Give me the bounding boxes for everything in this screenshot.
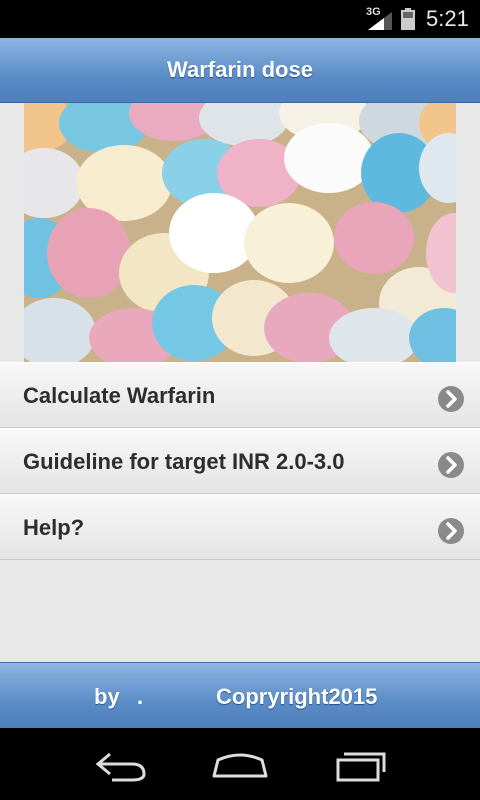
battery-icon [401, 8, 415, 30]
footer-author: . [137, 684, 144, 709]
menu-item-help[interactable]: Help? [0, 494, 480, 560]
main-menu: Calculate Warfarin Guideline for target … [0, 362, 480, 560]
menu-item-label: Calculate Warfarin [23, 383, 216, 408]
pills-banner-image [24, 103, 456, 362]
page-title: Warfarin dose [167, 57, 313, 82]
menu-item-guideline[interactable]: Guideline for target INR 2.0-3.0 [0, 428, 480, 494]
recent-apps-icon[interactable] [330, 746, 390, 782]
menu-item-label: Guideline for target INR 2.0-3.0 [23, 449, 345, 474]
clock: 5:21 [426, 6, 469, 31]
footer-by: by [94, 684, 120, 709]
pills-photo [24, 103, 456, 362]
home-icon[interactable] [210, 746, 270, 782]
chevron-right-icon [438, 452, 464, 478]
system-nav-bar [0, 728, 480, 800]
menu-item-calculate-warfarin[interactable]: Calculate Warfarin [0, 362, 480, 428]
footer-bar: by . Copryright2015 [0, 662, 480, 728]
back-icon[interactable] [90, 746, 150, 782]
chevron-right-icon [438, 386, 464, 412]
status-bar: 3G 5:21 [0, 0, 480, 38]
app-header: Warfarin dose [0, 38, 480, 103]
signal-icon [368, 12, 392, 30]
menu-item-label: Help? [23, 515, 85, 540]
chevron-right-icon [438, 518, 464, 544]
footer-copyright: Copryright2015 [216, 684, 378, 709]
